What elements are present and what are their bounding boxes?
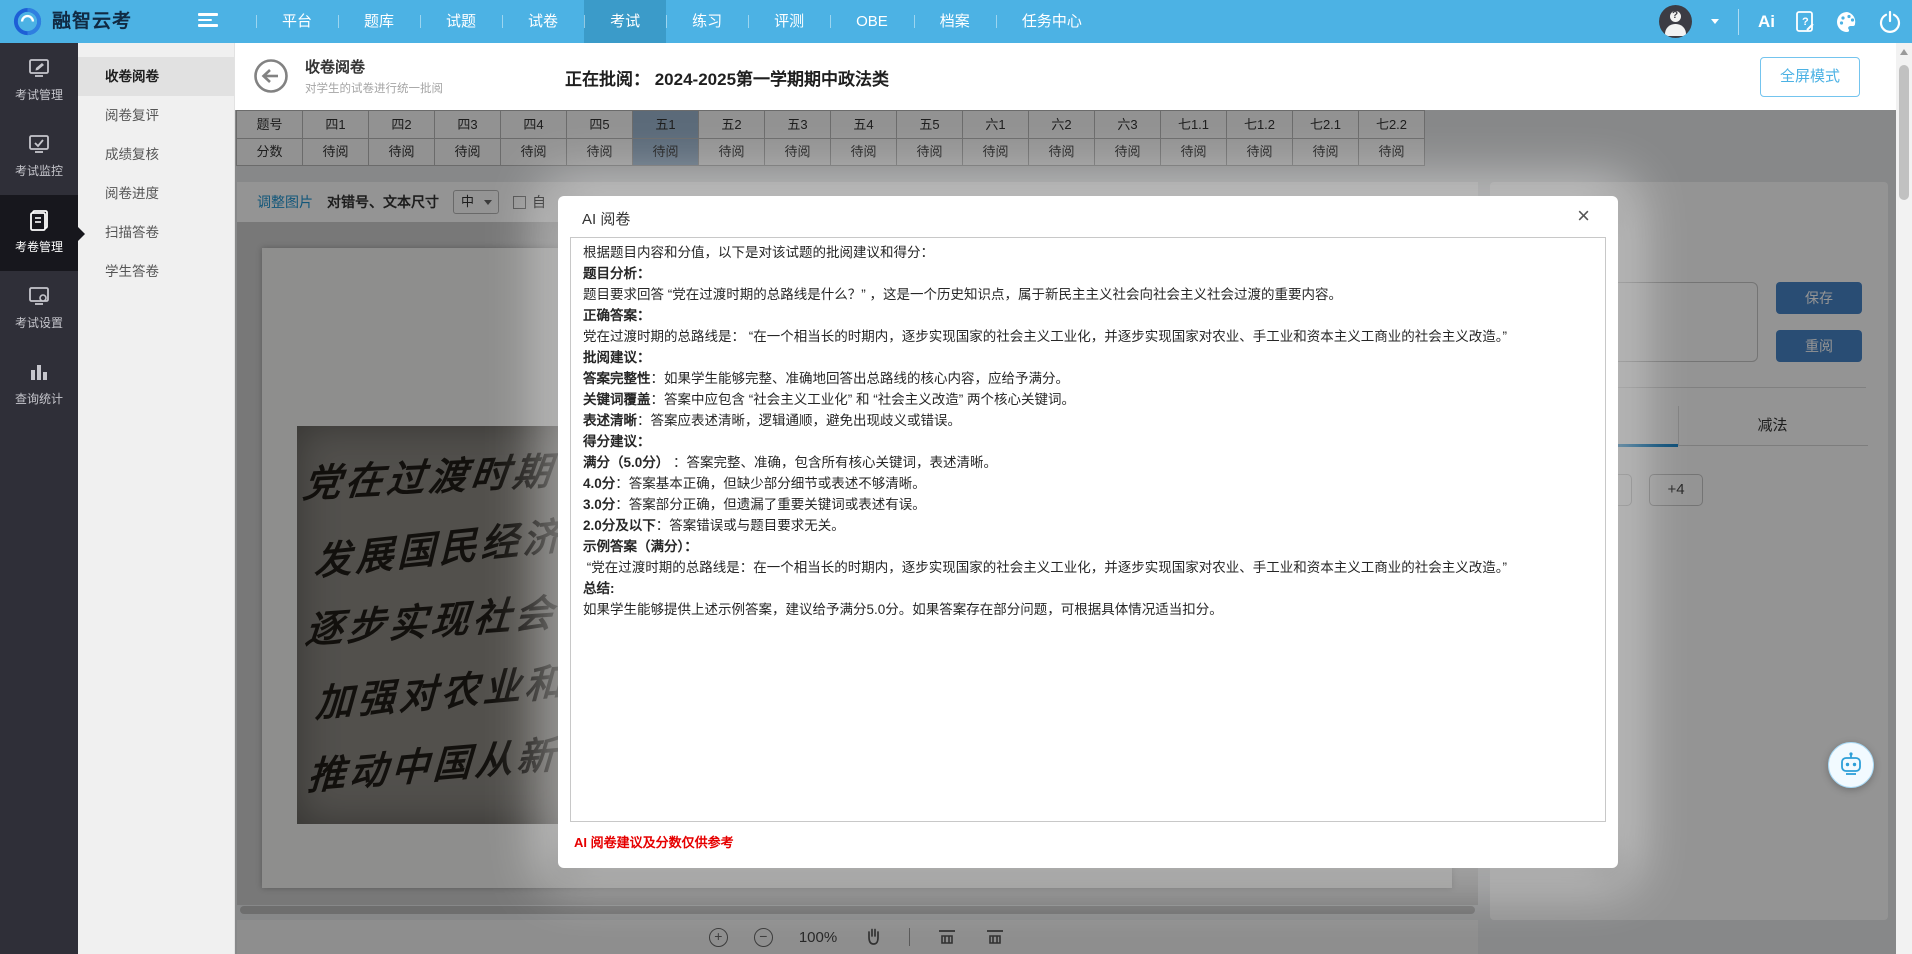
vertical-scrollbar[interactable] bbox=[1896, 43, 1912, 954]
ai-disclaimer-text: AI 阅卷建议及分数仅供参考 bbox=[574, 832, 734, 851]
ai-suggestion-line: 总结: bbox=[583, 578, 1593, 599]
grading-status-text: 正在批阅： 2024-2025第一学期期中政法类 bbox=[565, 65, 889, 90]
ai-suggestion-line: 表述清晰：答案应表述清晰，逻辑通顺，避免出现歧义或错误。 bbox=[583, 410, 1593, 431]
submenu-item[interactable]: 阅卷进度 bbox=[78, 174, 234, 213]
submenu-item[interactable]: 成绩复核 bbox=[78, 135, 234, 174]
ai-suggestion-line: 2.0分及以下：答案错误或与题目要求无关。 bbox=[583, 515, 1593, 536]
ai-suggestion-line: 3.0分：答案部分正确，但遗漏了重要关键词或表述有误。 bbox=[583, 494, 1593, 515]
svg-text:?: ? bbox=[1802, 16, 1809, 28]
app-screen: 融智云考 平台 题库 试题 试卷 考试 练习 评测 OBE 档案 任务 bbox=[0, 0, 1912, 954]
ai-suggestion-line: 满分（5.0分） ：答案完整、准确，包含所有核心关键词，表述清晰。 bbox=[583, 452, 1593, 473]
primary-sidebar: 考试管理 考试监控 考卷管理 考试设置 bbox=[0, 43, 78, 954]
page-header: 收卷阅卷 对学生的试卷进行统一批阅 正在批阅： 2024-2025第一学期期中政… bbox=[235, 43, 1896, 110]
ai-suggestion-line: 题目要求回答 “党在过渡时期的总路线是什么？” ，这是一个历史知识点，属于新民主… bbox=[583, 284, 1593, 305]
ai-suggestion-line: 题目分析： bbox=[583, 263, 1593, 284]
ai-suggestion-line: 答案完整性：如果学生能够完整、准确地回答出总路线的核心内容，应给予满分。 bbox=[583, 368, 1593, 389]
statistics-icon bbox=[27, 360, 51, 384]
back-button[interactable] bbox=[253, 58, 289, 94]
nav-item[interactable]: 试题 bbox=[420, 0, 502, 43]
ai-suggestion-line: 示例答案（满分）： bbox=[583, 536, 1593, 557]
nav-item[interactable]: 评测 bbox=[748, 0, 830, 43]
paper-manage-icon bbox=[27, 208, 51, 232]
sidebar-item-exam-monitor[interactable]: 考试监控 bbox=[0, 119, 78, 195]
submenu-item[interactable]: 阅卷复评 bbox=[78, 96, 234, 135]
scroll-up-arrow-icon[interactable] bbox=[1900, 49, 1908, 55]
navbar-right: ? Ai ? bbox=[1659, 0, 1902, 43]
sidebar-item-exam-settings[interactable]: 考试设置 bbox=[0, 271, 78, 347]
theme-palette-icon[interactable] bbox=[1835, 10, 1859, 34]
modal-title: AI 阅卷 bbox=[582, 208, 630, 229]
nav-item[interactable]: 练习 bbox=[666, 0, 748, 43]
submenu-item[interactable]: 收卷阅卷 bbox=[78, 57, 234, 96]
top-navbar: 融智云考 平台 题库 试题 试卷 考试 练习 评测 OBE 档案 任务 bbox=[0, 0, 1912, 43]
secondary-sidebar: 收卷阅卷 阅卷复评 成绩复核 阅卷进度 扫描答卷 学生答卷 bbox=[78, 43, 235, 954]
exam-monitor-icon bbox=[27, 132, 51, 156]
fullscreen-button[interactable]: 全屏模式 bbox=[1760, 57, 1860, 97]
ai-assistant-icon[interactable]: Ai bbox=[1758, 12, 1775, 32]
page-title: 收卷阅卷 bbox=[305, 56, 365, 77]
ai-suggestion-line: 如果学生能够提供上述示例答案，建议给予满分5.0分。如果答案存在部分问题，可根据… bbox=[583, 599, 1593, 620]
exam-manage-icon bbox=[27, 56, 51, 80]
main-nav: 平台 题库 试题 试卷 考试 练习 评测 OBE 档案 任务中心 bbox=[256, 0, 1108, 43]
ai-suggestion-textarea[interactable]: 根据题目内容和分值，以下是对该试题的批阅建议和得分： 题目分析： 题目要求回答 … bbox=[570, 237, 1606, 822]
scrollbar-thumb[interactable] bbox=[1899, 65, 1909, 200]
ai-suggestion-line: 批阅建议： bbox=[583, 347, 1593, 368]
page-subtitle: 对学生的试卷进行统一批阅 bbox=[305, 80, 443, 96]
brand-name: 融智云考 bbox=[52, 0, 132, 43]
ai-suggestion-line: 关键词覆盖：答案中应包含 “社会主义工业化” 和 “社会主义改造” 两个核心关键… bbox=[583, 389, 1593, 410]
ai-robot-fab[interactable] bbox=[1828, 742, 1874, 788]
ai-suggestion-line: “党在过渡时期的总路线是：在一个相当长的时期内，逐步实现国家的社会主义工业化，并… bbox=[583, 557, 1593, 578]
ai-suggestion-line: 得分建议： bbox=[583, 431, 1593, 452]
avatar[interactable]: ? bbox=[1659, 5, 1692, 38]
ai-suggestion-line: 4.0分：答案基本正确，但缺少部分细节或表述不够清晰。 bbox=[583, 473, 1593, 494]
sidebar-item-paper-manage[interactable]: 考卷管理 bbox=[0, 195, 78, 271]
sidebar-toggle-icon[interactable] bbox=[198, 13, 218, 29]
nav-item[interactable]: 题库 bbox=[338, 0, 420, 43]
divider bbox=[1738, 9, 1739, 35]
nav-item[interactable]: 试卷 bbox=[502, 0, 584, 43]
ai-suggestion-line: 根据题目内容和分值，以下是对该试题的批阅建议和得分： bbox=[583, 242, 1593, 263]
ai-suggestion-line: 党在过渡时期的总路线是： “在一个相当长的时期内，逐步实现国家的社会主义工业化，… bbox=[583, 326, 1593, 347]
submenu-item[interactable]: 扫描答卷 bbox=[78, 213, 234, 252]
ai-grading-modal: AI 阅卷 × 根据题目内容和分值，以下是对该试题的批阅建议和得分： 题目分析：… bbox=[558, 196, 1618, 868]
nav-item[interactable]: 平台 bbox=[256, 0, 338, 43]
nav-item[interactable]: 考试 bbox=[584, 0, 666, 43]
logout-power-icon[interactable] bbox=[1878, 10, 1902, 34]
nav-item[interactable]: 档案 bbox=[914, 0, 996, 43]
robot-icon bbox=[1837, 751, 1865, 779]
avatar-dropdown-caret-icon[interactable] bbox=[1711, 19, 1719, 24]
sidebar-item-exam-manage[interactable]: 考试管理 bbox=[0, 43, 78, 119]
sidebar-item-statistics[interactable]: 查询统计 bbox=[0, 347, 78, 423]
nav-item[interactable]: OBE bbox=[830, 0, 914, 43]
nav-item[interactable]: 任务中心 bbox=[996, 0, 1108, 43]
brand-logo-icon bbox=[12, 6, 43, 37]
submenu-item[interactable]: 学生答卷 bbox=[78, 252, 234, 291]
help-doc-icon[interactable]: ? bbox=[1794, 10, 1816, 34]
ai-suggestion-line: 正确答案： bbox=[583, 305, 1593, 326]
exam-settings-icon bbox=[27, 284, 51, 308]
close-icon[interactable]: × bbox=[1577, 204, 1590, 228]
